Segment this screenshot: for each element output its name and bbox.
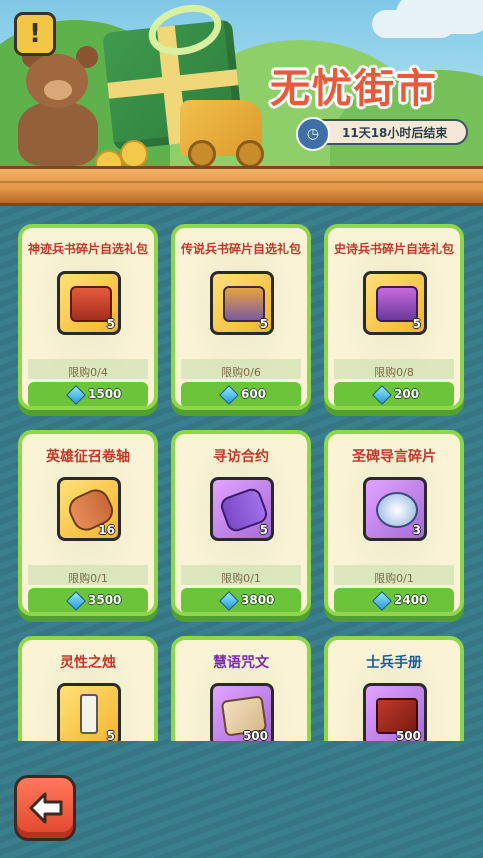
item-quantity: 5 [259,317,268,331]
purple-chest-icon: 5 [363,271,427,335]
item-name: 史诗兵书碎片自选礼包 [333,242,454,256]
stone-fragment-icon: 3 [363,477,427,541]
price-value: 3800 [241,593,275,607]
shop-item-card[interactable]: 寻访合约 5 限购0/1 3800 [171,430,311,626]
rune-scroll-icon: 500 [210,683,274,747]
clock-icon: ◷ [296,117,330,151]
purchase-limit: 限购0/1 [68,572,108,585]
shop-item-card[interactable]: 传说兵书碎片自选礼包 5 限购0/6 600 [171,224,311,420]
buy-button[interactable]: 2400 [334,588,454,612]
buy-button[interactable]: 200 [334,382,454,406]
item-quantity: 5 [106,317,115,331]
gold-chest-icon: 5 [210,271,274,335]
buy-button[interactable]: 600 [181,382,301,406]
purchase-limit: 限购0/1 [374,572,414,585]
shop-item-card[interactable]: 英雄征召卷轴 16 限购0/1 3500 [18,430,158,626]
candle-icon: 5 [57,683,121,747]
purchase-limit: 限购0/1 [221,572,261,585]
gem-icon [219,591,239,611]
item-name: 圣碑导言碎片 [352,449,436,465]
gem-icon [66,385,86,405]
buy-button[interactable]: 3800 [181,588,301,612]
manual-book-icon: 500 [363,683,427,747]
gem-icon [66,591,86,611]
shop-grid: 神迹兵书碎片自选礼包 5 限购0/4 1500 传说兵书碎片自选礼包 5 限购0… [0,206,483,822]
item-quantity: 16 [98,523,115,537]
item-name: 慧语咒文 [213,655,269,671]
purchase-limit: 限购0/6 [221,366,261,379]
event-timer: ◷ 11天18小时后结束 [296,117,468,151]
item-quantity: 5 [259,523,268,537]
gem-icon [372,591,392,611]
info-button[interactable]: ! [14,12,56,56]
item-name: 士兵手册 [366,655,422,671]
coin-icon [120,140,148,168]
purchase-limit: 限购0/8 [374,366,414,379]
teddy-bear-illustration [6,46,111,166]
price-value: 200 [394,387,420,401]
item-name: 寻访合约 [213,449,269,465]
item-name: 灵性之烛 [60,655,116,671]
buy-button[interactable]: 3500 [28,588,148,612]
shop-item-card[interactable]: 神迹兵书碎片自选礼包 5 限购0/4 1500 [18,224,158,420]
item-name: 传说兵书碎片自选礼包 [180,242,301,256]
shop-item-card[interactable]: 圣碑导言碎片 3 限购0/1 2400 [324,430,464,626]
shop-title: 无忧街市 [270,66,438,112]
red-chest-icon: 5 [57,271,121,335]
item-name: 英雄征召卷轴 [46,449,130,465]
back-arrow-icon [29,792,63,824]
shop-item-card[interactable]: 史诗兵书碎片自选礼包 5 限购0/8 200 [324,224,464,420]
price-value: 2400 [394,593,428,607]
item-quantity: 5 [412,317,421,331]
gem-icon [372,385,392,405]
cloud-decoration [396,0,483,34]
timer-text: 11天18小时后结束 [342,126,448,140]
wood-shelf [0,166,483,206]
price-value: 600 [241,387,267,401]
back-button[interactable] [14,775,76,841]
scroll-icon: 16 [57,477,121,541]
price-value: 3500 [88,593,122,607]
buy-button[interactable]: 1500 [28,382,148,406]
contract-icon: 5 [210,477,274,541]
purchase-limit: 限购0/4 [68,366,108,379]
item-quantity: 3 [412,523,421,537]
gem-icon [219,385,239,405]
shop-banner: 无忧街市 ◷ 11天18小时后结束 [0,0,483,172]
item-name: 神迹兵书碎片自选礼包 [27,242,148,256]
price-value: 1500 [88,387,122,401]
